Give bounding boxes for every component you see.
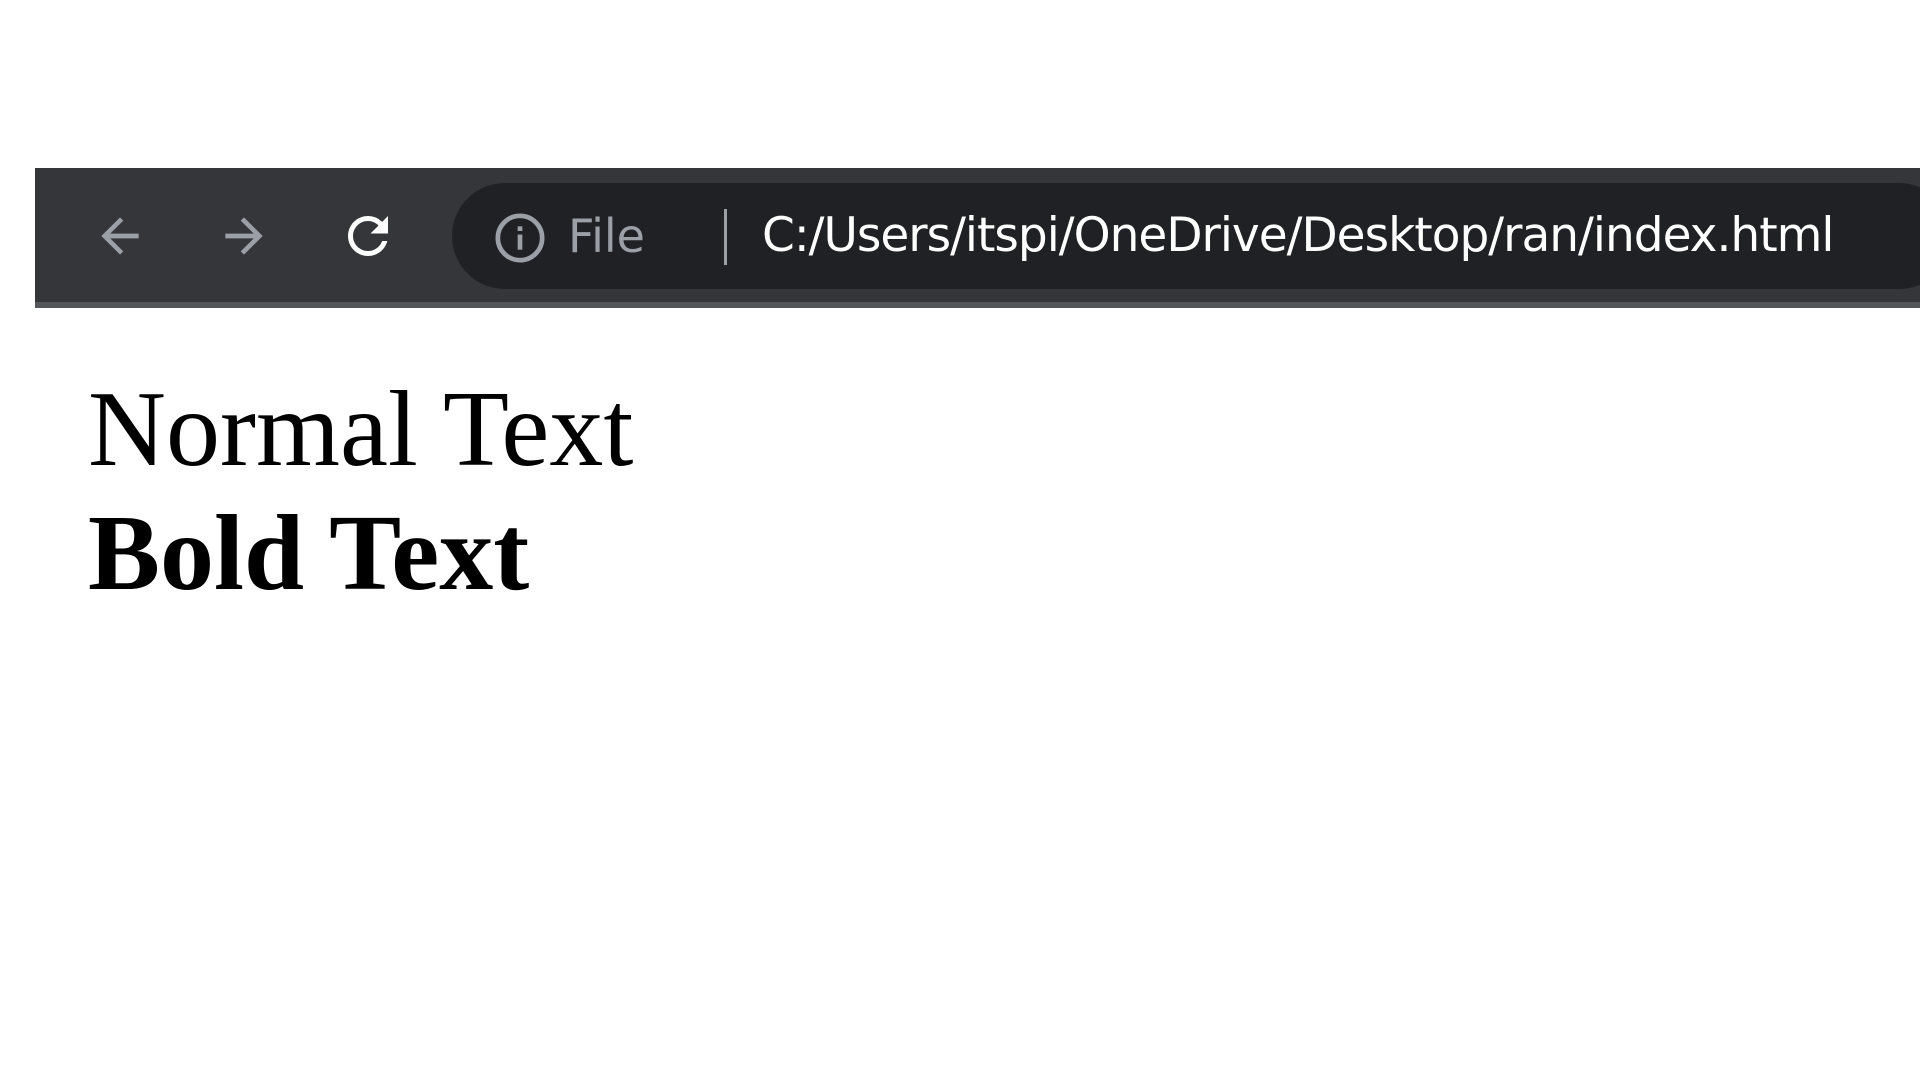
back-button[interactable]	[85, 201, 155, 271]
url-text[interactable]: C:/Users/itspi/OneDrive/Desktop/ran/inde…	[762, 203, 1834, 269]
arrow-right-icon	[225, 217, 263, 255]
reload-icon	[348, 216, 388, 256]
page-content: Normal Text Bold Text	[88, 368, 633, 616]
reload-button[interactable]	[333, 201, 403, 271]
address-bar[interactable]: File C:/Users/itspi/OneDrive/Desktop/ran…	[452, 183, 1920, 289]
browser-toolbar: File C:/Users/itspi/OneDrive/Desktop/ran…	[35, 168, 1920, 308]
forward-button[interactable]	[209, 201, 279, 271]
info-icon[interactable]	[492, 210, 548, 266]
scheme-label: File	[568, 209, 645, 263]
arrow-left-icon	[101, 217, 139, 255]
normal-text: Normal Text	[88, 370, 634, 489]
bold-text: Bold Text	[88, 494, 530, 613]
address-divider	[724, 209, 727, 265]
